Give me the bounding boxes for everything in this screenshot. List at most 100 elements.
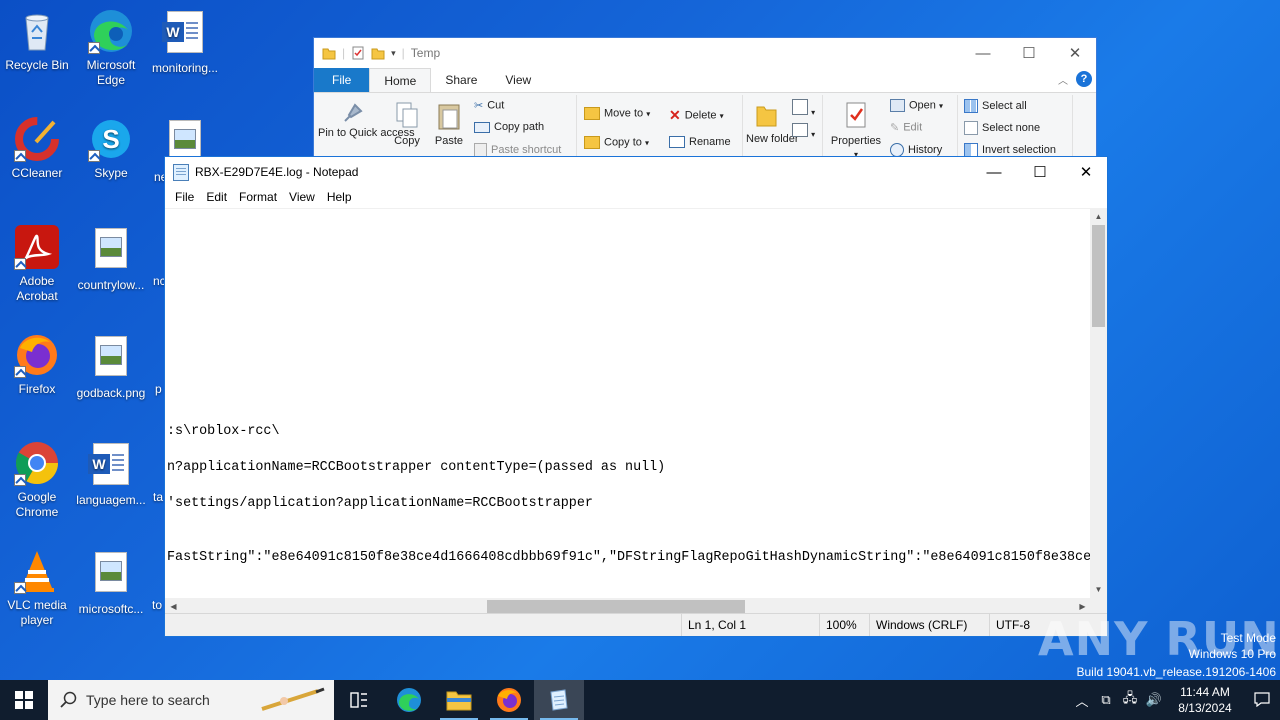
explorer-maximize-button[interactable]: ☐ bbox=[1006, 38, 1052, 68]
horizontal-scroll-thumb[interactable] bbox=[487, 600, 745, 613]
edit-icon: ✎ bbox=[890, 122, 900, 134]
clock[interactable]: 11:44 AM 8/13/2024 bbox=[1166, 684, 1244, 716]
open-button[interactable]: Open ▾ bbox=[890, 99, 943, 112]
file-explorer-window[interactable]: | ▾ | Temp — ☐ ✕ File Home Share View ︿ … bbox=[313, 37, 1097, 162]
text-line: 'settings/application?applicationName=RC… bbox=[167, 496, 593, 511]
explorer-minimize-button[interactable]: — bbox=[960, 38, 1006, 68]
menu-format[interactable]: Format bbox=[233, 190, 283, 204]
taskbar: Type here to search ︿ ⧉ 🖧 🔊 11:44 AM 8/1… bbox=[0, 680, 1280, 720]
task-view-icon bbox=[350, 692, 367, 708]
tab-home[interactable]: Home bbox=[369, 68, 432, 92]
desktop-icon-monitoring[interactable]: W monitoring... bbox=[148, 8, 222, 76]
cut-button[interactable]: ✂ Cut bbox=[474, 99, 504, 112]
move-to-button[interactable]: Move to ▾ bbox=[584, 107, 650, 120]
desktop-icon-godback[interactable]: godback.png bbox=[74, 332, 148, 401]
desktop-icon-label: Google Chrome bbox=[15, 490, 59, 519]
explorer-close-button[interactable]: ✕ bbox=[1052, 38, 1098, 68]
network-icon[interactable]: 🖧 bbox=[1118, 689, 1142, 711]
history-button[interactable]: History bbox=[890, 143, 942, 157]
notepad-maximize-button[interactable]: ☐ bbox=[1017, 157, 1063, 187]
desktop-icon-google-chrome[interactable]: Google Chrome bbox=[0, 440, 74, 520]
text-line: :s\roblox-rcc\ bbox=[167, 424, 280, 439]
new-folder-quick-icon[interactable] bbox=[371, 46, 385, 60]
menu-view[interactable]: View bbox=[283, 190, 321, 204]
desktop-icon-skype[interactable]: S Skype bbox=[74, 116, 148, 181]
notepad-minimize-button[interactable]: — bbox=[971, 157, 1017, 187]
copy-to-folder-icon bbox=[584, 136, 600, 149]
desktop-icon-adobe-acrobat[interactable]: Adobe Acrobat bbox=[0, 224, 74, 304]
copy-path-button[interactable]: Copy path bbox=[474, 121, 544, 133]
firefox-icon bbox=[497, 688, 521, 712]
tab-file[interactable]: File bbox=[314, 68, 370, 92]
desktop-icon-countrylow[interactable]: countrylow... bbox=[74, 224, 148, 293]
invert-selection-button[interactable]: Invert selection bbox=[964, 143, 1056, 157]
desktop-icon-microsoft-edge[interactable]: Microsoft Edge bbox=[74, 8, 148, 88]
rename-icon bbox=[669, 136, 685, 149]
paste-shortcut-button[interactable]: Paste shortcut bbox=[474, 143, 561, 157]
word-document-icon: W bbox=[88, 443, 134, 489]
customize-dropdown-icon[interactable]: ▾ bbox=[391, 48, 396, 59]
notepad-icon bbox=[173, 163, 189, 181]
desktop-icon-microsoftc[interactable]: microsoftc... bbox=[74, 548, 148, 617]
svg-text:S: S bbox=[102, 124, 119, 154]
desktop-icon-label: microsoftc... bbox=[78, 602, 144, 616]
tab-share[interactable]: Share bbox=[431, 68, 491, 92]
new-folder-button[interactable]: New folder bbox=[746, 101, 799, 146]
properties-quick-icon[interactable] bbox=[351, 46, 365, 60]
menu-file[interactable]: File bbox=[169, 190, 200, 204]
delete-button[interactable]: ✕ Delete ▾ bbox=[669, 107, 724, 124]
open-icon bbox=[890, 99, 905, 112]
tab-view[interactable]: View bbox=[491, 68, 545, 92]
collapse-ribbon-icon[interactable]: ︿ bbox=[1058, 72, 1068, 87]
scroll-down-arrow-icon[interactable]: ▼ bbox=[1090, 581, 1107, 598]
notifications-icon[interactable] bbox=[1244, 691, 1280, 710]
desktop-icon-label: VLC media player bbox=[7, 598, 67, 627]
pin-to-quick-access-button[interactable]: Pin to Quick access bbox=[318, 101, 415, 140]
copy-button[interactable]: Copy bbox=[390, 101, 424, 148]
desktop-icon-firefox[interactable]: Firefox bbox=[0, 332, 74, 397]
rename-button[interactable]: Rename bbox=[669, 136, 731, 149]
show-hidden-icons-chevron-icon[interactable]: ︿ bbox=[1070, 691, 1094, 710]
taskbar-firefox[interactable] bbox=[484, 680, 534, 720]
edge-icon bbox=[88, 8, 134, 54]
taskbar-search-box[interactable]: Type here to search bbox=[48, 680, 334, 720]
desktop-icon-ccleaner[interactable]: CCleaner bbox=[0, 116, 74, 181]
paste-button[interactable]: Paste bbox=[430, 101, 468, 148]
notepad-titlebar[interactable]: RBX-E29D7E4E.log - Notepad bbox=[165, 157, 1107, 187]
vertical-scroll-thumb[interactable] bbox=[1092, 225, 1105, 327]
properties-button[interactable]: Properties ▾ bbox=[826, 101, 886, 161]
desktop-icon-label: godback.png bbox=[76, 386, 146, 400]
windows-logo-icon bbox=[15, 691, 33, 709]
menu-edit[interactable]: Edit bbox=[200, 190, 233, 204]
select-all-button[interactable]: Select all bbox=[964, 99, 1027, 113]
scroll-up-arrow-icon[interactable]: ▲ bbox=[1090, 208, 1107, 225]
easy-access-button[interactable]: ▾ bbox=[792, 123, 815, 140]
vertical-scrollbar[interactable]: ▲ ▼ bbox=[1090, 208, 1107, 598]
chrome-icon bbox=[14, 440, 60, 486]
status-encoding: UTF-8 bbox=[989, 614, 1030, 636]
start-button[interactable] bbox=[0, 680, 48, 720]
help-icon[interactable]: ? bbox=[1076, 71, 1092, 87]
explorer-ribbon: Pin to Quick access Copy Paste ✂ Cut Copy… bbox=[314, 93, 1096, 161]
select-none-icon bbox=[964, 121, 978, 135]
notepad-close-button[interactable]: ✕ bbox=[1063, 157, 1109, 187]
desktop-icon-label: Recycle Bin bbox=[5, 58, 69, 72]
copy-icon bbox=[396, 102, 418, 128]
volume-icon[interactable]: 🔊 bbox=[1142, 692, 1166, 708]
taskbar-notepad[interactable] bbox=[534, 680, 584, 720]
taskbar-file-explorer[interactable] bbox=[434, 680, 484, 720]
desktop-icon-vlc[interactable]: VLC media player bbox=[0, 548, 74, 628]
network-adapter-icon[interactable]: ⧉ bbox=[1094, 692, 1118, 708]
desktop-icon-recycle-bin[interactable]: Recycle Bin bbox=[0, 8, 74, 73]
new-item-button[interactable]: ▾ bbox=[792, 99, 815, 118]
copy-to-button[interactable]: Copy to ▾ bbox=[584, 136, 649, 149]
taskbar-edge[interactable] bbox=[384, 680, 434, 720]
select-none-button[interactable]: Select none bbox=[964, 121, 1040, 135]
menu-help[interactable]: Help bbox=[321, 190, 358, 204]
edit-button[interactable]: ✎ Edit bbox=[890, 121, 922, 134]
status-position: Ln 1, Col 1 bbox=[681, 614, 746, 636]
desktop-icon-languagem[interactable]: W languagem... bbox=[74, 440, 148, 508]
text-editor[interactable]: :s\roblox-rcc\ n?applicationName=RCCBoot… bbox=[165, 208, 1091, 599]
task-view-button[interactable] bbox=[334, 680, 384, 720]
notepad-window[interactable]: RBX-E29D7E4E.log - Notepad — ☐ ✕ File Ed… bbox=[164, 156, 1108, 637]
